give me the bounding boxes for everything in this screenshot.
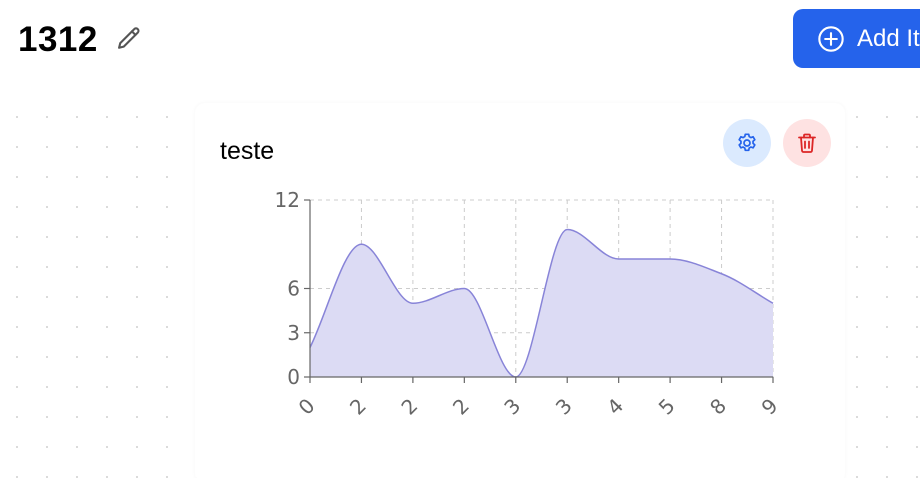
- delete-button[interactable]: [783, 119, 831, 167]
- dashboard-header: 1312 Add It: [0, 0, 920, 84]
- trash-icon: [798, 133, 816, 153]
- y-tick-label: 6: [287, 277, 300, 301]
- x-tick-label: 2: [396, 394, 422, 420]
- y-tick-label: 3: [287, 321, 300, 345]
- x-tick-label: 5: [654, 394, 680, 420]
- card-title: teste: [220, 137, 275, 165]
- add-item-label: Add It: [857, 24, 920, 52]
- x-tick-label: 9: [757, 394, 783, 420]
- x-tick-label: 3: [499, 394, 525, 420]
- plus-circle-icon: [818, 25, 844, 52]
- gear-icon: [738, 133, 756, 152]
- x-tick-label: 2: [448, 394, 474, 420]
- y-tick-label: 12: [275, 188, 300, 212]
- y-tick-label: 0: [287, 365, 300, 389]
- x-tick-label: 3: [551, 394, 577, 420]
- area-chart: 036120 2 2 2 3 3 4 5 8 9: [275, 188, 783, 420]
- x-tick-label: 2: [345, 394, 371, 420]
- x-tick-label: 8: [705, 394, 731, 420]
- dashboard-title: 1312: [18, 20, 98, 59]
- x-tick-label: 0: [294, 394, 320, 420]
- dashboard-page: 1312 Add It teste 0 3 6 12 0 2 2 2 3 3 4…: [0, 0, 920, 478]
- settings-button[interactable]: [723, 119, 771, 167]
- pencil-icon[interactable]: [115, 25, 143, 53]
- chart-card: teste 0 3 6 12 0 2 2 2 3 3 4 5 8 9: [195, 103, 845, 478]
- add-item-button[interactable]: Add It: [793, 9, 920, 68]
- x-tick-label: 4: [602, 394, 628, 420]
